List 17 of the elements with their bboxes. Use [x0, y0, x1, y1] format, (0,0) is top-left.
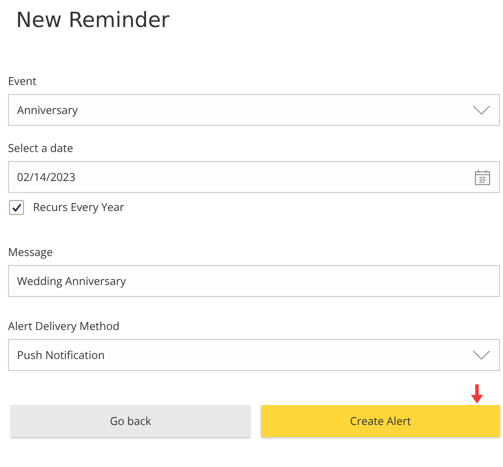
- dropdown[interactable]: Push Notification: [8, 339, 500, 371]
- field-label: Message: [8, 245, 54, 261]
- checkbox-label: Recurs Every Year: [33, 200, 124, 214]
- chevron-down-icon: [472, 350, 491, 360]
- arrow-icon: [470, 383, 484, 405]
- calendar-icon: [474, 168, 491, 186]
- page-title: New Reminder: [16, 7, 171, 34]
- field-label: Event: [8, 74, 38, 90]
- checkbox[interactable]: [9, 200, 24, 214]
- field-label: Select a date: [8, 141, 74, 157]
- chevron-down-icon: [472, 105, 491, 115]
- dropdown[interactable]: Anniversary: [8, 94, 500, 126]
- action-button[interactable]: Create Alert: [261, 405, 500, 437]
- message-field[interactable]: Wedding Anniversary: [8, 265, 500, 297]
- action-button[interactable]: Go back: [11, 405, 250, 437]
- field-label: Alert Delivery Method: [8, 319, 121, 335]
- date-field[interactable]: 02/14/2023: [8, 161, 500, 193]
